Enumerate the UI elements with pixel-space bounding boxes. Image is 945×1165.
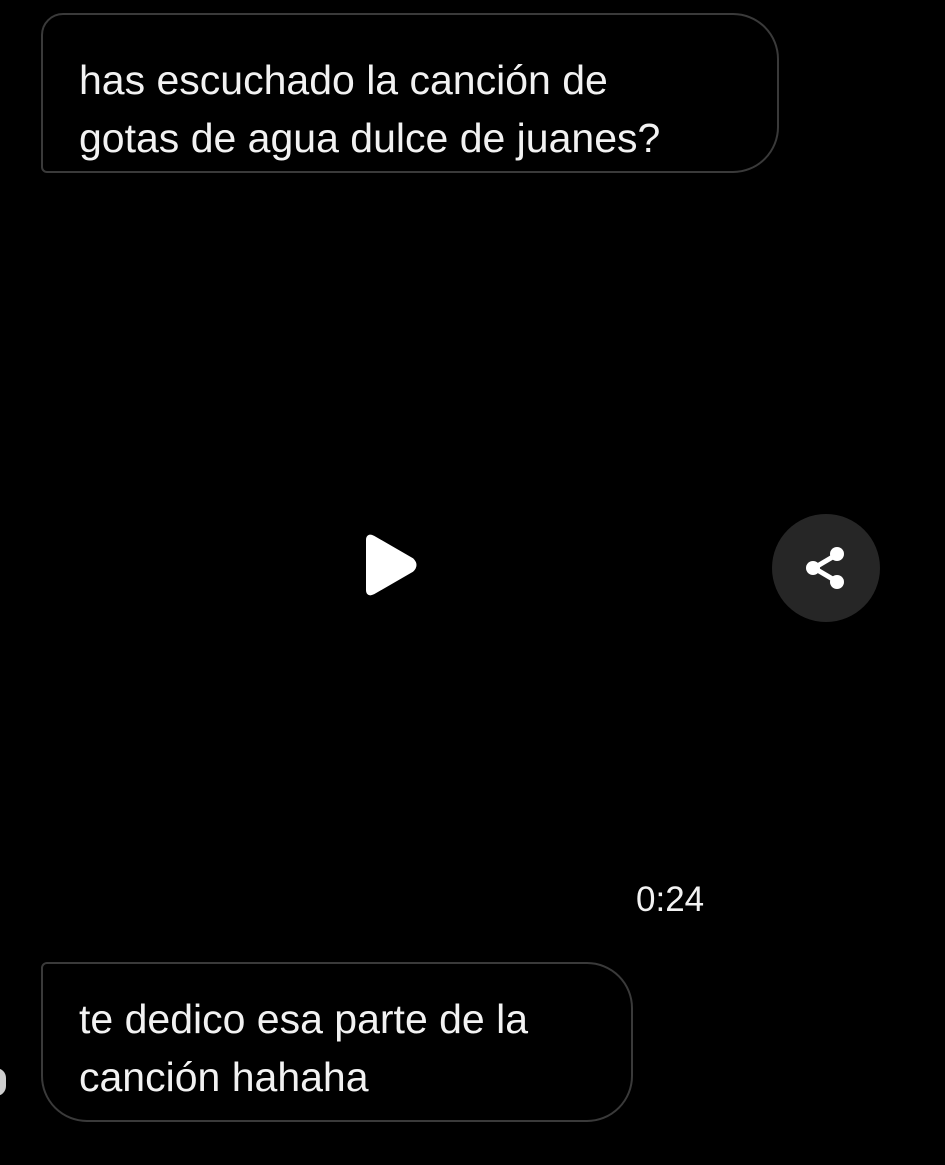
- avatar[interactable]: [0, 1068, 6, 1096]
- share-icon: [806, 547, 844, 589]
- message-text-line: gotas de agua dulce de juanes?: [79, 115, 661, 161]
- message-text-line: canción hahaha: [79, 1054, 369, 1100]
- share-button[interactable]: [772, 514, 880, 622]
- message-text-line: has escuchado la canción de: [79, 57, 608, 103]
- video-duration: 0:24: [636, 880, 705, 919]
- play-icon: [366, 534, 417, 596]
- video-message[interactable]: 0:24: [0, 190, 945, 950]
- play-button[interactable]: [350, 525, 430, 605]
- message-bubble-received-1[interactable]: has escuchado la canción de gotas de agu…: [41, 13, 779, 173]
- message-bubble-received-2[interactable]: te dedico esa parte de la canción hahaha: [41, 962, 633, 1122]
- message-text-line: te dedico esa parte de la: [79, 996, 529, 1042]
